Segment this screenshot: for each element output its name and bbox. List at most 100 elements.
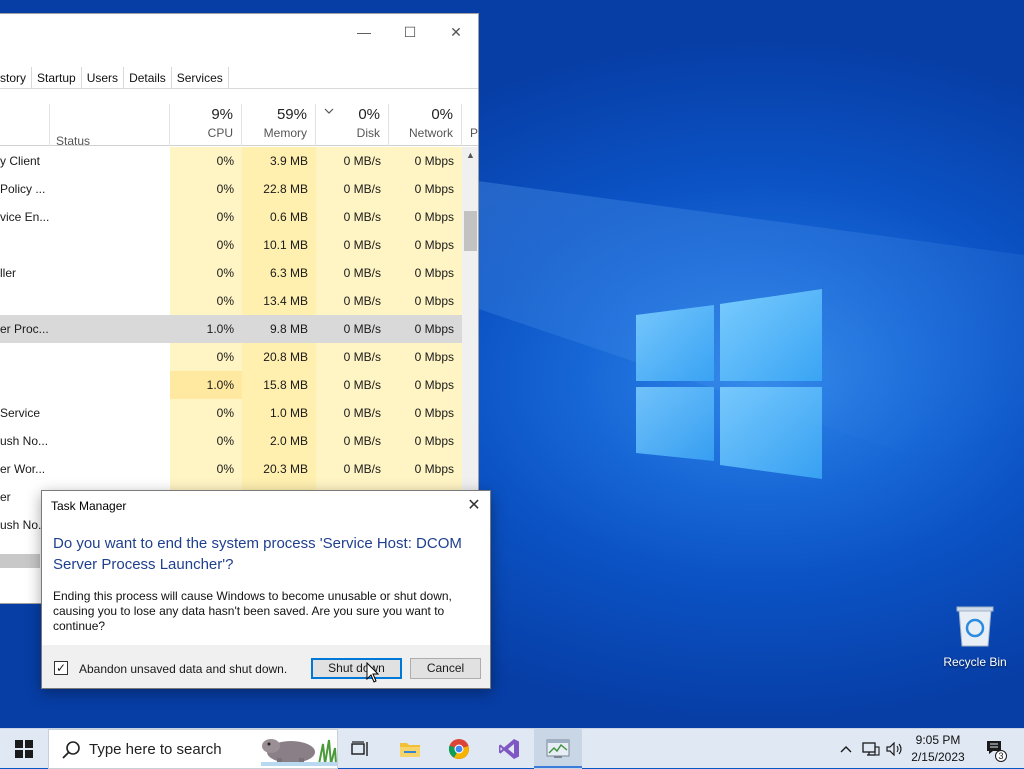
process-network: 0 Mbps xyxy=(389,371,462,399)
title-bar[interactable]: — ☐ ✕ xyxy=(0,14,478,62)
memory-column-header[interactable]: 59% Memory xyxy=(242,104,316,146)
clock-date: 2/15/2023 xyxy=(911,750,965,764)
dialog-title: Task Manager xyxy=(51,499,127,513)
process-cpu: 1.0% xyxy=(170,371,242,399)
process-memory: 20.8 MB xyxy=(242,343,316,371)
process-name: Policy ... xyxy=(0,182,46,196)
end-process-dialog: Task Manager ✕ Do you want to end the sy… xyxy=(41,490,491,689)
memory-label: Memory xyxy=(263,126,307,140)
cancel-button[interactable]: Cancel xyxy=(410,658,481,679)
process-disk: 0 MB/s xyxy=(316,399,389,427)
dialog-close-button[interactable]: ✕ xyxy=(462,495,486,517)
search-placeholder: Type here to search xyxy=(89,741,222,758)
tab-app-history[interactable]: story xyxy=(0,67,33,88)
process-cpu: 0% xyxy=(170,455,242,483)
process-network: 0 Mbps xyxy=(389,175,462,203)
process-network: 0 Mbps xyxy=(389,315,462,343)
network-icon xyxy=(862,742,880,756)
recycle-bin-shortcut[interactable]: Recycle Bin xyxy=(942,600,1008,669)
search-icon xyxy=(62,741,80,759)
memory-total: 59% xyxy=(276,106,307,123)
horizontal-scrollbar-thumb[interactable] xyxy=(0,554,40,568)
network-column-header[interactable]: 0% Network xyxy=(389,104,462,146)
process-name: ush No... xyxy=(0,434,49,448)
process-disk: 0 MB/s xyxy=(316,287,389,315)
visual-studio-button[interactable] xyxy=(490,729,528,769)
process-cpu: 0% xyxy=(170,343,242,371)
process-cpu: 0% xyxy=(170,399,242,427)
process-disk: 0 MB/s xyxy=(316,455,389,483)
network-label: Network xyxy=(408,126,453,140)
disk-column-header[interactable]: 0% Disk xyxy=(316,104,389,146)
vertical-scrollbar[interactable]: ▲ xyxy=(462,147,478,522)
process-cpu: 0% xyxy=(170,147,242,175)
process-row[interactable]: y Client 0% 3.9 MB 0 MB/s 0 Mbps xyxy=(0,147,462,175)
process-row[interactable]: ush No... 0% 2.0 MB 0 MB/s 0 Mbps xyxy=(0,427,462,455)
process-network: 0 Mbps xyxy=(389,427,462,455)
network-tray-button[interactable] xyxy=(860,729,882,769)
process-memory: 1.0 MB xyxy=(242,399,316,427)
process-disk: 0 MB/s xyxy=(316,427,389,455)
process-list: y Client 0% 3.9 MB 0 MB/s 0 Mbps Policy ... 0%… xyxy=(0,147,462,539)
process-name xyxy=(0,287,168,315)
taskbar-clock[interactable]: 9:05 PM 2/15/2023 xyxy=(900,732,976,766)
action-center-button[interactable]: 3 xyxy=(978,729,1014,769)
process-name: er Proc... xyxy=(0,322,49,336)
notification-count-badge: 3 xyxy=(995,750,1007,762)
dialog-content-text: Ending this process will cause Windows t… xyxy=(53,589,452,633)
process-network: 0 Mbps xyxy=(389,399,462,427)
start-button[interactable] xyxy=(0,729,48,769)
process-row[interactable]: 1.0% 15.8 MB 0 MB/s 0 Mbps xyxy=(0,371,462,399)
windows-logo-wallpaper xyxy=(636,289,822,479)
process-row[interactable]: ller 0% 6.3 MB 0 MB/s 0 Mbps xyxy=(0,259,462,287)
process-name: Service xyxy=(0,406,41,420)
search-highlight-hippo-icon xyxy=(261,739,337,766)
dialog-main-instruction: Do you want to end the system process 'S… xyxy=(53,535,462,573)
cpu-column-header[interactable]: 9% CPU xyxy=(170,104,242,146)
recycle-bin-icon xyxy=(956,606,994,647)
maximize-button[interactable]: ☐ xyxy=(398,20,422,44)
process-memory: 20.3 MB xyxy=(242,455,316,483)
tab-services[interactable]: Services xyxy=(172,67,229,88)
shut-down-button[interactable]: Shut down xyxy=(311,658,402,679)
process-disk: 0 MB/s xyxy=(316,231,389,259)
process-memory: 9.8 MB xyxy=(242,315,316,343)
process-memory: 2.0 MB xyxy=(242,427,316,455)
process-cpu: 0% xyxy=(170,203,242,231)
minimize-button[interactable]: — xyxy=(352,20,376,44)
folder-icon xyxy=(400,743,420,757)
power-column-header[interactable]: . P xyxy=(462,104,478,146)
clock-time: 9:05 PM xyxy=(915,733,961,747)
task-manager-icon xyxy=(546,739,570,758)
chrome-button[interactable] xyxy=(440,729,478,769)
task-view-button[interactable] xyxy=(342,729,378,769)
process-row[interactable]: Policy ... 0% 22.8 MB 0 MB/s 0 Mbps xyxy=(0,175,462,203)
process-row[interactable]: er Wor... 0% 20.3 MB 0 MB/s 0 Mbps xyxy=(0,455,462,483)
abandon-data-checkbox-label[interactable]: Abandon unsaved data and shut down. xyxy=(79,662,287,676)
process-row[interactable]: Service 0% 1.0 MB 0 MB/s 0 Mbps xyxy=(0,399,462,427)
process-row[interactable]: 0% 10.1 MB 0 MB/s 0 Mbps xyxy=(0,231,462,259)
name-column-header[interactable] xyxy=(0,104,50,146)
process-row[interactable]: 0% 20.8 MB 0 MB/s 0 Mbps xyxy=(0,343,462,371)
taskbar: Type here to search 9:05 PM 2/15/2023 3 xyxy=(0,728,1024,769)
process-row[interactable]: er Proc... 1.0% 9.8 MB 0 MB/s 0 Mbps xyxy=(0,315,462,343)
tab-startup[interactable]: Startup xyxy=(32,67,82,88)
task-manager-taskbar-button[interactable] xyxy=(534,729,582,769)
tab-users[interactable]: Users xyxy=(82,67,125,88)
process-network: 0 Mbps xyxy=(389,203,462,231)
close-button[interactable]: ✕ xyxy=(444,20,468,44)
process-disk: 0 MB/s xyxy=(316,371,389,399)
taskbar-search-box[interactable]: Type here to search xyxy=(48,729,338,769)
process-row[interactable]: 0% 13.4 MB 0 MB/s 0 Mbps xyxy=(0,287,462,315)
abandon-data-checkbox[interactable]: ✓ xyxy=(54,661,68,675)
scroll-up-arrow-icon[interactable]: ▲ xyxy=(462,147,478,164)
process-row[interactable]: vice En... 0% 0.6 MB 0 MB/s 0 Mbps xyxy=(0,203,462,231)
cpu-total: 9% xyxy=(211,106,233,123)
process-disk: 0 MB/s xyxy=(316,343,389,371)
sort-chevron-down-icon xyxy=(324,108,334,114)
mouse-cursor-icon xyxy=(366,662,380,683)
scrollbar-thumb[interactable] xyxy=(464,211,477,251)
file-explorer-button[interactable] xyxy=(391,729,429,769)
show-hidden-icons-button[interactable] xyxy=(836,729,856,769)
tab-details[interactable]: Details xyxy=(124,67,172,88)
